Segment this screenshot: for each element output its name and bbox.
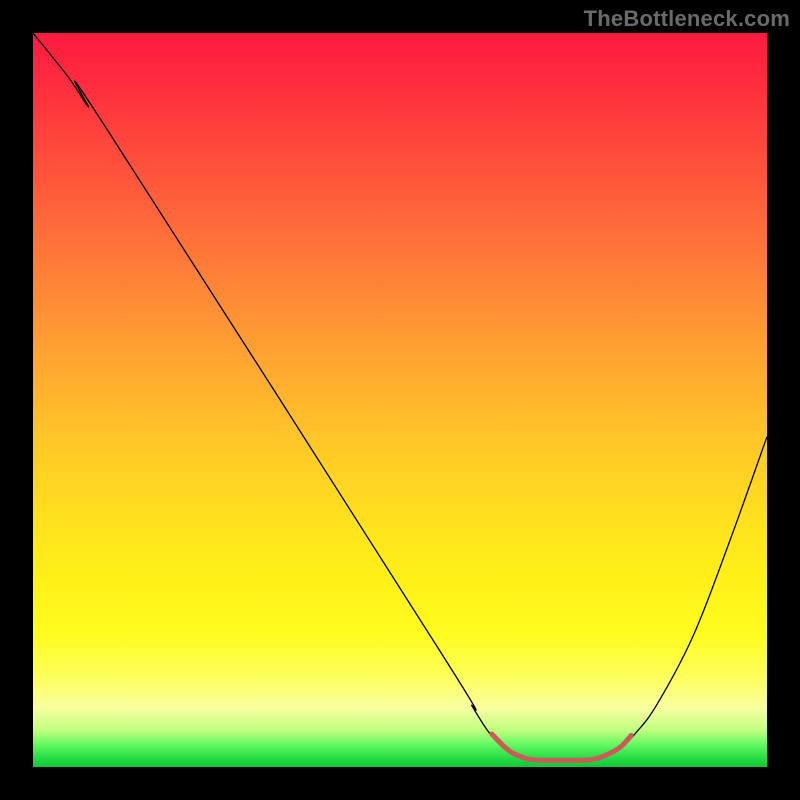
optimal-range-marker (492, 734, 631, 760)
watermark-text: TheBottleneck.com (584, 6, 790, 32)
bottleneck-curve (33, 33, 767, 760)
chart-svg (33, 33, 767, 767)
chart-frame: TheBottleneck.com (0, 0, 800, 800)
